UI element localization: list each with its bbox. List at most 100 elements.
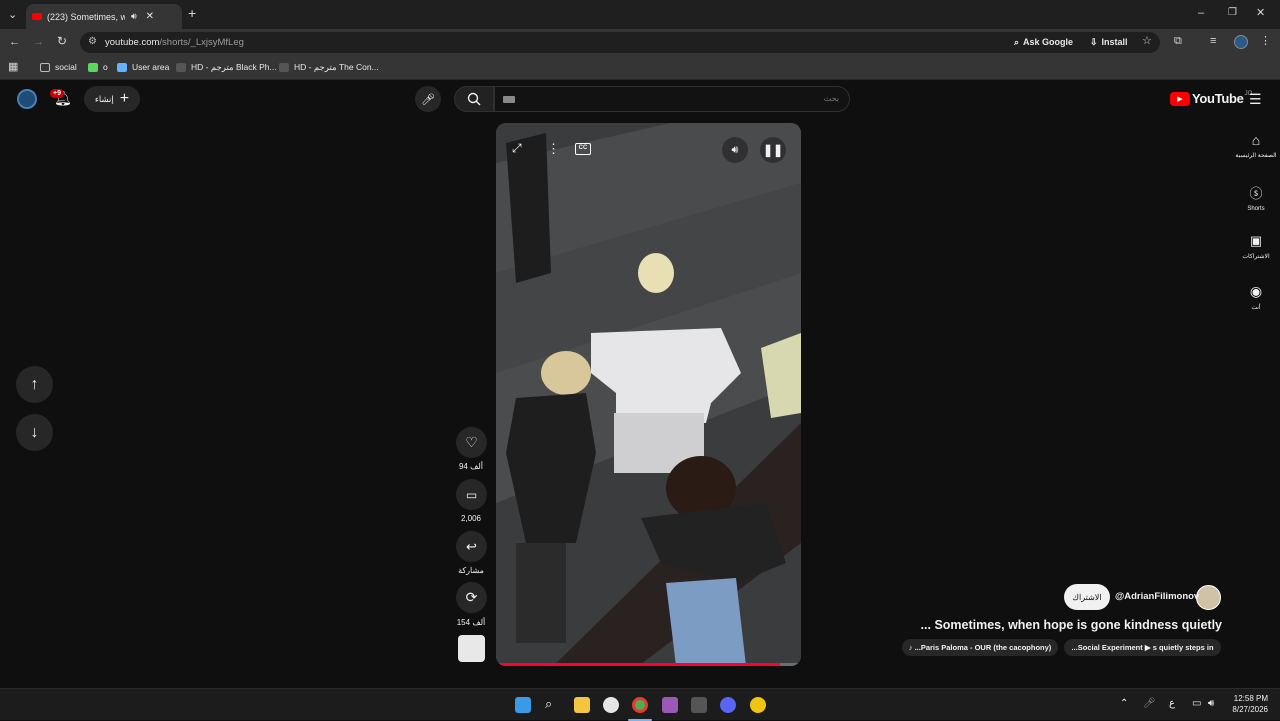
subscriptions-icon: ▣ [1249,233,1263,248]
site-info-icon[interactable]: ⚙ [88,36,97,47]
apps-grid-icon[interactable]: ▦ [8,61,18,73]
rail-you[interactable]: ◉ أنت [1234,283,1278,311]
restore-icon[interactable]: ❐ [1228,7,1237,19]
comment-icon: ▭ [465,487,478,502]
rail-shorts[interactable]: ⓢ Shorts [1234,183,1278,212]
app-icon[interactable] [603,697,619,713]
discord-icon[interactable] [720,697,736,713]
clock[interactable]: 12:58 PM 8/27/2026 [1228,694,1268,714]
reload-icon[interactable]: ↻ [57,35,67,47]
youtube-favicon-icon [32,13,42,20]
volume-icon[interactable]: 🔊︎ [722,137,748,163]
back-icon[interactable]: ← [9,36,20,48]
search-button[interactable] [454,86,494,112]
input-language[interactable]: ع [1169,698,1175,709]
create-button[interactable]: إنشاء + [84,86,140,112]
app-icon[interactable] [750,697,766,713]
channel-avatar[interactable] [1196,585,1221,610]
tab-search-chevron-icon[interactable]: ⌄ [8,9,17,21]
music-chip[interactable]: Paris Paloma - OUR (the cacophony)... ♪ [902,639,1058,656]
subscribe-button[interactable]: الاشتراك [1064,584,1110,610]
share-button[interactable]: ↩ [456,531,487,562]
voice-search-button[interactable]: 🎤︎ [415,86,441,112]
bookmark-user-area[interactable]: User area [117,62,169,72]
tab-close-icon[interactable]: ✕ [146,11,154,22]
bookmark-o[interactable]: o [88,62,108,72]
browser-tab[interactable]: (223) Sometimes, when hope 🔊︎ ✕ [26,4,182,29]
like-button[interactable]: ♡ [456,427,487,458]
rail-subscriptions[interactable]: ▣ الاشتراكات [1234,233,1278,260]
rail-shorts-label: Shorts [1247,206,1265,212]
app-icon[interactable] [662,697,678,713]
comments-button[interactable]: ▭ [456,479,487,510]
file-explorer-icon[interactable] [574,697,590,713]
plus-icon: + [119,90,130,107]
speaker-icon[interactable]: 🔊︎ [1208,698,1214,709]
folder-icon [40,62,50,72]
logo-text: YouTube [1192,91,1244,106]
new-tab-button[interactable]: + [188,6,196,20]
search-input[interactable]: بحث [494,86,850,112]
start-icon[interactable] [515,697,531,713]
youtube-logo[interactable]: ▶ YouTube JO [1170,91,1252,106]
sound-thumbnail[interactable] [458,635,485,662]
install-app-button[interactable]: ⇩ Install [1082,33,1136,51]
bookmark-site-icon [176,63,186,72]
install-icon: ⇩ [1090,36,1098,47]
shorts-video-player[interactable]: ⤢ ⋮ CC 🔊︎ ❚❚ [496,123,801,666]
share-label: مشاركة [458,566,484,575]
heart-icon: ♡ [465,434,478,450]
keyboard-icon[interactable] [503,96,515,103]
video-frame [496,123,801,666]
account-avatar[interactable] [17,89,37,109]
profile-avatar[interactable] [1234,35,1248,49]
address-bar[interactable]: ⚙ youtube.com/shorts/_LxjsyMfLeg [80,32,1160,53]
pause-icon[interactable]: ❚❚ [760,137,786,163]
bookmark-the-con[interactable]: HD - مترجم The Con... [279,62,379,73]
media-controls-icon[interactable]: ≡ [1210,35,1216,47]
suggestion-chip[interactable]: Social Experiment ▶ s quietly steps in..… [1064,639,1221,656]
progress-track[interactable] [496,663,801,666]
bookmark-black-ph[interactable]: HD - مترجم Black Ph... [176,62,277,73]
audio-playing-icon[interactable]: 🔊︎ [131,11,137,22]
install-label: Install [1101,37,1128,47]
previous-short-button[interactable]: ↑ [16,366,53,403]
tray-chevron-icon[interactable]: ⌃ [1120,698,1128,709]
short-title: Sometimes, when hope is gone kindness qu… [920,618,1222,632]
progress-fill [496,663,780,666]
share-icon: ↩ [466,538,477,554]
network-icon[interactable]: ▭ [1192,698,1201,709]
youtube-shorts-page: 🔔︎ +9 إنشاء + 🎤︎ بحث ▶ YouTube JO ☰ ⌂ الص… [0,80,1280,688]
next-short-button[interactable]: ↓ [16,414,53,451]
windows-taskbar: ⌕ ⌃ 🎤︎ ع ▭ 🔊︎ 12:58 PM 8/27/2026 [0,688,1280,721]
microphone-tray-icon[interactable]: 🎤︎ [1143,698,1156,709]
bookmark-label: social [55,62,77,72]
search-taskbar-icon[interactable]: ⌕ [545,696,552,712]
tab-title: (223) Sometimes, when hope [47,11,125,22]
bookmark-star-icon[interactable]: ☆ [1142,35,1152,47]
rail-home[interactable]: ⌂ الصفحة الرئيسية [1234,132,1278,159]
ask-google-label: Ask Google [1023,37,1074,47]
close-window-icon[interactable]: ✕ [1256,7,1265,19]
remix-icon: ⟳ [465,589,478,605]
bookmark-social[interactable]: social [40,62,77,72]
extensions-icon[interactable]: ⧉ [1174,35,1182,47]
app-icon[interactable] [691,697,707,713]
minimize-icon[interactable]: – [1198,7,1204,19]
bookmark-site-icon [279,63,289,72]
ask-google-button[interactable]: ⌕ Ask Google [1006,33,1082,51]
bookmark-label: HD - مترجم Black Ph... [191,62,277,72]
more-options-icon[interactable]: ⋮ [547,141,560,157]
channel-handle[interactable]: @AdrianFilimonov [1115,591,1199,602]
captions-icon[interactable]: CC [575,143,591,155]
shorts-icon: ⓢ [1249,186,1263,201]
fullscreen-icon[interactable]: ⤢ [512,141,522,156]
chrome-icon[interactable] [632,697,648,713]
remix-button[interactable]: ⟳ [456,582,487,613]
url-host: youtube.com [105,37,160,48]
guide-menu-icon[interactable]: ☰ [1249,91,1262,108]
browser-menu-icon[interactable]: ⋮ [1260,35,1271,47]
bookmark-label: User area [132,62,170,72]
youtube-play-icon: ▶ [1170,91,1190,106]
forward-icon[interactable]: → [33,36,44,48]
